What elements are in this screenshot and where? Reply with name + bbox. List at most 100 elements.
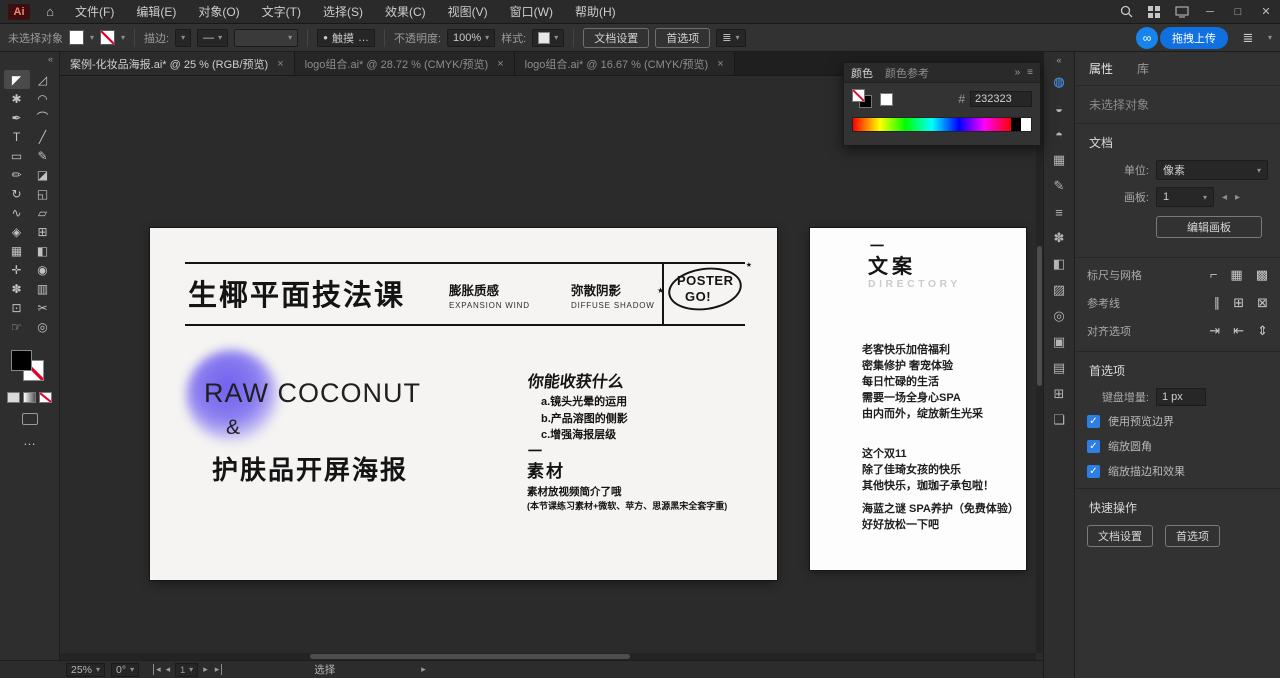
hex-input[interactable]: 232323 — [970, 91, 1032, 107]
document-setup-button[interactable]: 文档设置 — [583, 27, 650, 48]
last-artboard-icon[interactable]: ▸ — [213, 664, 223, 675]
artboard-select[interactable]: 1 ▾ — [1156, 187, 1214, 207]
show-guides-icon[interactable]: ∥ — [1214, 295, 1221, 311]
perspective-grid-tool[interactable]: ⊞ — [30, 222, 56, 241]
menu-object[interactable]: 对象(O) — [187, 0, 250, 24]
menu-help[interactable]: 帮助(H) — [564, 0, 627, 24]
copy-paragraph-1[interactable]: 老客快乐加倍福利 密集修护 奢宠体验 每日忙碌的生活 需要一场全身心SPA 由内… — [862, 342, 983, 422]
shape-builder-tool[interactable]: ◈ — [4, 222, 30, 241]
poster-brand-text[interactable]: RAW COCONUT — [204, 378, 421, 409]
zoom-tool[interactable]: ◎ — [30, 317, 56, 336]
expand-panels-icon[interactable]: « — [1056, 55, 1061, 69]
poster-badge[interactable]: ★ ★ POSTER GO! — [657, 262, 752, 315]
vertical-scrollbar[interactable] — [1036, 76, 1043, 653]
fill-stroke-indicator[interactable] — [9, 348, 51, 386]
stroke-icon[interactable]: ≡ — [1046, 200, 1072, 224]
transparency-grid-icon[interactable]: ▩ — [1256, 267, 1268, 283]
material-note-1[interactable]: 素材放视频简介了哦 — [527, 484, 622, 499]
stroke-color-swatch[interactable] — [100, 30, 116, 45]
paintbrush-tool[interactable]: ✎ — [30, 146, 56, 165]
eraser-tool[interactable]: ◪ — [30, 165, 56, 184]
brushes-icon[interactable]: ✎ — [1046, 174, 1072, 198]
close-tab-icon[interactable]: × — [497, 58, 503, 70]
brush-definition-select[interactable]: — ▾ — [197, 28, 229, 47]
none-mode-button[interactable] — [39, 392, 52, 403]
swatches-icon[interactable]: ▦ — [1046, 148, 1072, 172]
vertical-scroll-thumb[interactable] — [1037, 246, 1042, 386]
next-artboard-icon[interactable]: ▸ — [1235, 192, 1240, 203]
document-setup-button[interactable]: 文档设置 — [1087, 525, 1153, 547]
header-rule-top[interactable] — [185, 262, 745, 264]
artboard-copy[interactable]: 一 文案 DIRECTORY 老客快乐加倍福利 密集修护 奢宠体验 每日忙碌的生… — [810, 228, 1026, 570]
plugin-history-icon[interactable]: ≣ — [1234, 26, 1262, 50]
poster-subtitle-text[interactable]: 护肤品开屏海报 — [212, 450, 408, 487]
symbols-icon[interactable]: ✽ — [1046, 226, 1072, 250]
free-transform-tool[interactable]: ▱ — [30, 203, 56, 222]
menu-window[interactable]: 窗口(W) — [499, 0, 564, 24]
color-icon[interactable]: ◒ — [1046, 96, 1072, 120]
material-title-text[interactable]: 素材 — [527, 457, 565, 482]
minimize-button[interactable]: ─ — [1196, 0, 1224, 24]
scale-tool[interactable]: ◱ — [30, 184, 56, 203]
gain-items-text[interactable]: a.镜头光晕的运用 b.产品溶图的侧影 c.增强海报层级 — [541, 394, 628, 444]
fill-none-swatch[interactable] — [852, 89, 865, 102]
preferences-button[interactable]: 首选项 — [655, 27, 711, 48]
curvature-tool[interactable]: ⌒ — [30, 108, 56, 127]
appearance-icon[interactable]: ◎ — [1046, 304, 1072, 328]
color-guide-icon[interactable]: ◓ — [1046, 122, 1072, 146]
artboard-tool[interactable]: ⊡ — [4, 298, 30, 317]
pencil-tool[interactable]: ✏ — [4, 165, 30, 184]
collapse-tools-icon[interactable]: « — [48, 54, 53, 68]
rectangle-tool[interactable]: ▭ — [4, 146, 30, 165]
lasso-tool[interactable]: ◠ — [30, 89, 56, 108]
home-icon[interactable]: ⌂ — [36, 0, 64, 24]
copy-paragraph-3[interactable]: 海蓝之谜 SPA养护（免费体验） 好好放松一下吧 — [862, 501, 1019, 533]
column-graph-tool[interactable]: ▥ — [30, 279, 56, 298]
touch-workspace-button[interactable]: ● 触摸… — [317, 28, 375, 47]
menu-select[interactable]: 选择(S) — [312, 0, 374, 24]
fill-swatch[interactable] — [10, 350, 32, 371]
arrange-documents-icon[interactable] — [1168, 0, 1196, 24]
slice-tool[interactable]: ✂ — [30, 298, 56, 317]
plugin-logo-icon[interactable]: ∞ — [1135, 26, 1158, 49]
checkbox-preview-bounds[interactable]: ✓ — [1087, 414, 1100, 428]
fill-stroke-swatches[interactable] — [852, 89, 876, 109]
status-expand-icon[interactable]: ▸ — [421, 664, 426, 675]
blend-tool[interactable]: ◉ — [30, 260, 56, 279]
type-tool[interactable]: T — [4, 127, 30, 146]
width-tool[interactable]: ∿ — [4, 203, 30, 222]
tab-color-guide[interactable]: 颜色参考 — [885, 65, 929, 81]
transparency-icon[interactable]: ▨ — [1046, 278, 1072, 302]
close-button[interactable]: ✕ — [1252, 0, 1280, 24]
next-artboard-nav-icon[interactable]: ▸ — [203, 664, 208, 675]
keyboard-increment-input[interactable]: 1 px — [1156, 388, 1206, 406]
horizontal-scroll-thumb[interactable] — [310, 654, 630, 659]
poster-title-text[interactable]: 生椰平面技法课 — [188, 272, 405, 314]
artboard-poster[interactable]: 生椰平面技法课 膨胀质感 EXPANSION WIND 弥散阴影 DIFFUSE… — [150, 228, 777, 580]
tab-document-1[interactable]: 案例-化妆品海报.ai* @ 25 % (RGB/预览) × — [60, 52, 295, 75]
gradient-icon[interactable]: ◧ — [1046, 252, 1072, 276]
smart-guides-icon[interactable]: ⊠ — [1257, 295, 1268, 311]
gain-title-text[interactable]: 你能收获什么 — [527, 368, 626, 392]
edit-artboards-button[interactable]: 编辑画板 — [1156, 216, 1262, 238]
hand-tool[interactable]: ☞ — [4, 317, 30, 336]
horizontal-scrollbar[interactable] — [60, 653, 1036, 660]
poster-feature-2[interactable]: 弥散阴影 DIFFUSE SHADOW — [571, 280, 655, 310]
zoom-select[interactable]: 25% ▾ — [66, 662, 106, 677]
menu-type[interactable]: 文字(T) — [251, 0, 312, 24]
edit-toolbar-button[interactable]: … — [23, 433, 36, 448]
maximize-button[interactable]: □ — [1224, 0, 1252, 24]
artboards-icon[interactable]: ⊞ — [1046, 382, 1072, 406]
symbol-sprayer-tool[interactable]: ✽ — [4, 279, 30, 298]
material-note-2[interactable]: (本节课练习素材+微软、苹方、思源黑宋全套字重) — [527, 499, 727, 512]
more-dropdown-icon[interactable]: ▾ — [1268, 33, 1272, 42]
poster-feature-1[interactable]: 膨胀质感 EXPANSION WIND — [449, 280, 530, 310]
close-tab-icon[interactable]: × — [277, 58, 283, 70]
stroke-weight-select[interactable]: ▾ — [175, 28, 192, 47]
tab-document-2[interactable]: logo组合.ai* @ 28.72 % (CMYK/预览) × — [294, 52, 515, 75]
graphic-styles-icon[interactable]: ▣ — [1046, 330, 1072, 354]
snap-glyph-icon[interactable]: ⇕ — [1257, 323, 1268, 339]
pen-tool[interactable]: ✒ — [4, 108, 30, 127]
menu-file[interactable]: 文件(F) — [64, 0, 125, 24]
fill-color-swatch[interactable] — [69, 30, 84, 45]
